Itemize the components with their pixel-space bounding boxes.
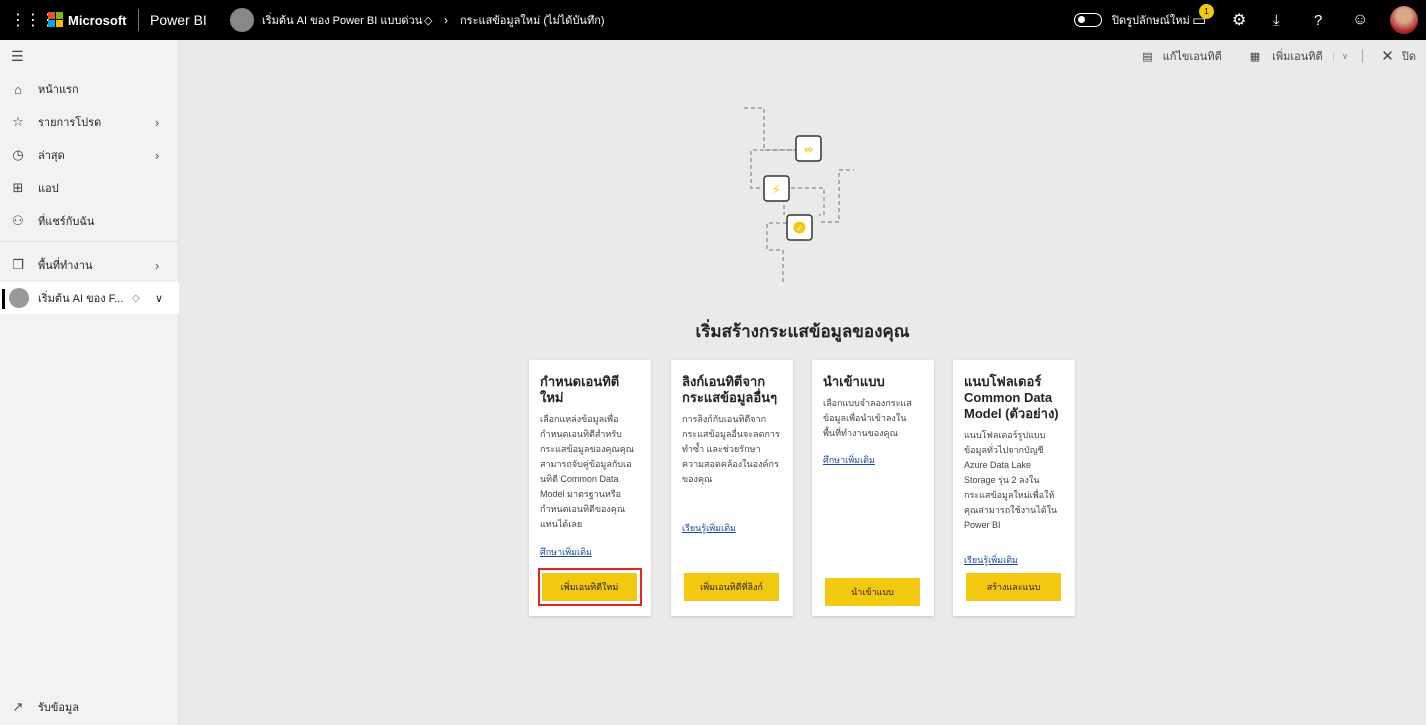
apps-icon: ⊞	[12, 180, 24, 195]
premium-diamond-icon: ◇	[424, 14, 433, 27]
add-table-icon: ▦	[1249, 50, 1261, 63]
sidebar-item-home[interactable]: ⌂ หน้าแรก	[0, 73, 179, 105]
card-title: นำเข้าแบบ	[823, 374, 885, 389]
card-body: แนบโฟลเดอร์รูปแบบข้อมูลทั่วไปจากบัญชี Az…	[964, 430, 1058, 530]
active-indicator	[2, 289, 5, 309]
home-icon: ⌂	[14, 81, 22, 97]
sidebar-item-favorites[interactable]: ☆ รายการโปรด ›	[0, 106, 179, 138]
card-body: เลือกแหล่งข้อมูลเพื่อกำหนดเอนทิตีสำหรับก…	[540, 414, 635, 529]
learn-more-link[interactable]: ศึกษาเพิ่มเติม	[823, 453, 875, 467]
chevron-down-icon[interactable]: ∨	[155, 292, 163, 305]
get-data-button[interactable]: ↗ รับข้อมูล	[0, 691, 179, 723]
sidebar-item-apps[interactable]: ⊞ แอป	[0, 172, 179, 204]
edit-entities-button[interactable]: ▤ แก้ไขเอนทิตี	[1142, 47, 1222, 65]
card-import-model: นำเข้าแบบ เลือกแบบจำลองกระแสข้อมูลเพื่อน…	[812, 360, 934, 616]
svg-text:∞: ∞	[804, 142, 813, 156]
feedback-smiley-icon[interactable]: ☺	[1352, 11, 1368, 29]
product-label[interactable]: Power BI	[150, 12, 207, 28]
sidebar-item-recent[interactable]: ◷ ล่าสุด ›	[0, 139, 179, 171]
sidebar-item-shared[interactable]: ⚇ ที่แชร์กับฉัน	[0, 205, 179, 237]
microsoft-logo	[48, 12, 63, 27]
svg-text:⚡: ⚡	[772, 182, 781, 197]
chevron-right-icon: ›	[155, 147, 160, 163]
arrow-up-right-icon: ↗	[12, 699, 24, 714]
learn-more-link[interactable]: เรียนรู้เพิ่มเติม	[682, 521, 736, 535]
import-model-button[interactable]: นำเข้าแบบ	[825, 578, 920, 606]
card-attach-cdm-folder: แนบโฟลเดอร์ Common Data Model (ตัวอย่าง)…	[953, 360, 1075, 616]
add-new-entities-button[interactable]: เพิ่มเอนทิตีใหม่	[542, 573, 637, 601]
page-title: เริ่มสร้างกระแสข้อมูลของคุณ	[695, 322, 910, 341]
user-avatar[interactable]	[1390, 6, 1418, 34]
notification-badge: 1	[1199, 4, 1214, 19]
learn-more-link[interactable]: ศึกษาเพิ่มเติม	[540, 545, 592, 559]
svg-text:✓: ✓	[796, 224, 803, 233]
settings-gear-icon[interactable]: ⚙	[1232, 10, 1246, 30]
workspaces-icon: ❐	[12, 257, 24, 272]
breadcrumb-chevron-icon: ›	[444, 13, 448, 27]
toolbar: ▤ แก้ไขเอนทิตี ▦ เพิ่มเอนทิตี ∨ ✕ ปิด	[1142, 40, 1426, 72]
clock-icon: ◷	[12, 147, 24, 162]
add-linked-entities-button[interactable]: เพิ่มเอนทิตีที่ลิงก์	[684, 573, 779, 601]
sidebar-item-current-workspace[interactable]: เริ่มต้น AI ของ F... ◇ ∨	[0, 282, 179, 314]
dataflow-illustration: ∞ ⚡ ✓	[744, 107, 854, 285]
chevron-right-icon: ›	[155, 257, 160, 273]
page-breadcrumb: กระแสข้อมูลใหม่ (ไม่ได้บันทึก)	[460, 15, 605, 27]
card-define-new-entities: กำหนดเอนทิตีใหม่ เลือกแหล่งข้อมูลเพื่อกำ…	[529, 360, 651, 616]
add-entities-button[interactable]: ▦ เพิ่มเอนทิตี	[1250, 47, 1323, 65]
sidebar-item-workspaces[interactable]: ❐ พื้นที่ทำงาน ›	[0, 249, 179, 281]
card-link-entities: ลิงก์เอนทิตีจากกระแสข้อมูลอื่นๆ การลิงก์…	[671, 360, 793, 616]
divider	[1362, 49, 1364, 63]
help-icon[interactable]: ?	[1314, 12, 1322, 29]
card-body: การลิงก์กับเอนทิตีจากกระแสข้อมูลอื่นจะลด…	[682, 414, 780, 484]
card-body: เลือกแบบจำลองกระแสข้อมูลเพื่อนำเข้าลงในพ…	[823, 398, 912, 438]
create-and-attach-button[interactable]: สร้างและแนบ	[966, 573, 1061, 601]
shared-icon: ⚇	[12, 213, 24, 228]
link-node-icon: ∞	[795, 135, 822, 162]
brand-label: Microsoft	[68, 12, 127, 28]
card-title: ลิงก์เอนทิตีจากกระแสข้อมูลอื่นๆ	[682, 374, 778, 405]
download-icon[interactable]: ⤓	[1273, 12, 1280, 29]
card-title: กำหนดเอนทิตีใหม่	[540, 374, 620, 405]
card-title: แนบโฟลเดอร์ Common Data Model (ตัวอย่าง)	[964, 374, 1059, 421]
close-button[interactable]: ✕ ปิด	[1381, 47, 1416, 65]
hamburger-menu-icon[interactable]: ☰	[11, 48, 24, 65]
learn-more-link[interactable]: เรียนรู้เพิ่มเติม	[964, 553, 1018, 567]
new-look-toggle[interactable]	[1074, 13, 1102, 27]
top-bar: ⋮⋮⋮ Microsoft Power BI เริ่มต้น AI ของ P…	[0, 0, 1426, 40]
workspace-avatar	[230, 8, 254, 32]
edit-table-icon: ▤	[1142, 50, 1153, 63]
divider	[138, 9, 139, 31]
star-icon: ☆	[12, 114, 24, 129]
divider	[0, 241, 179, 242]
sidebar: ☰ ⌂ หน้าแรก ☆ รายการโปรด › ◷ ล่าสุด › ⊞ แอป ⚇ ท…	[0, 40, 179, 725]
add-entities-dropdown[interactable]: ∨	[1332, 50, 1348, 62]
toggle-label: ปิดรูปลักษณ์ใหม่	[1112, 15, 1190, 27]
workspace-avatar	[9, 288, 29, 308]
close-icon: ✕	[1381, 48, 1394, 65]
lightning-node-icon: ⚡	[763, 175, 790, 202]
premium-diamond-icon: ◇	[132, 292, 140, 304]
main-content: ▤ แก้ไขเอนทิตี ▦ เพิ่มเอนทิตี ∨ ✕ ปิด ∞ ⚡ ✓…	[179, 40, 1426, 725]
workspace-breadcrumb[interactable]: เริ่มต้น AI ของ Power BI แบบด่วน	[262, 11, 422, 29]
chevron-right-icon: ›	[155, 114, 160, 130]
check-node-icon: ✓	[786, 214, 813, 241]
